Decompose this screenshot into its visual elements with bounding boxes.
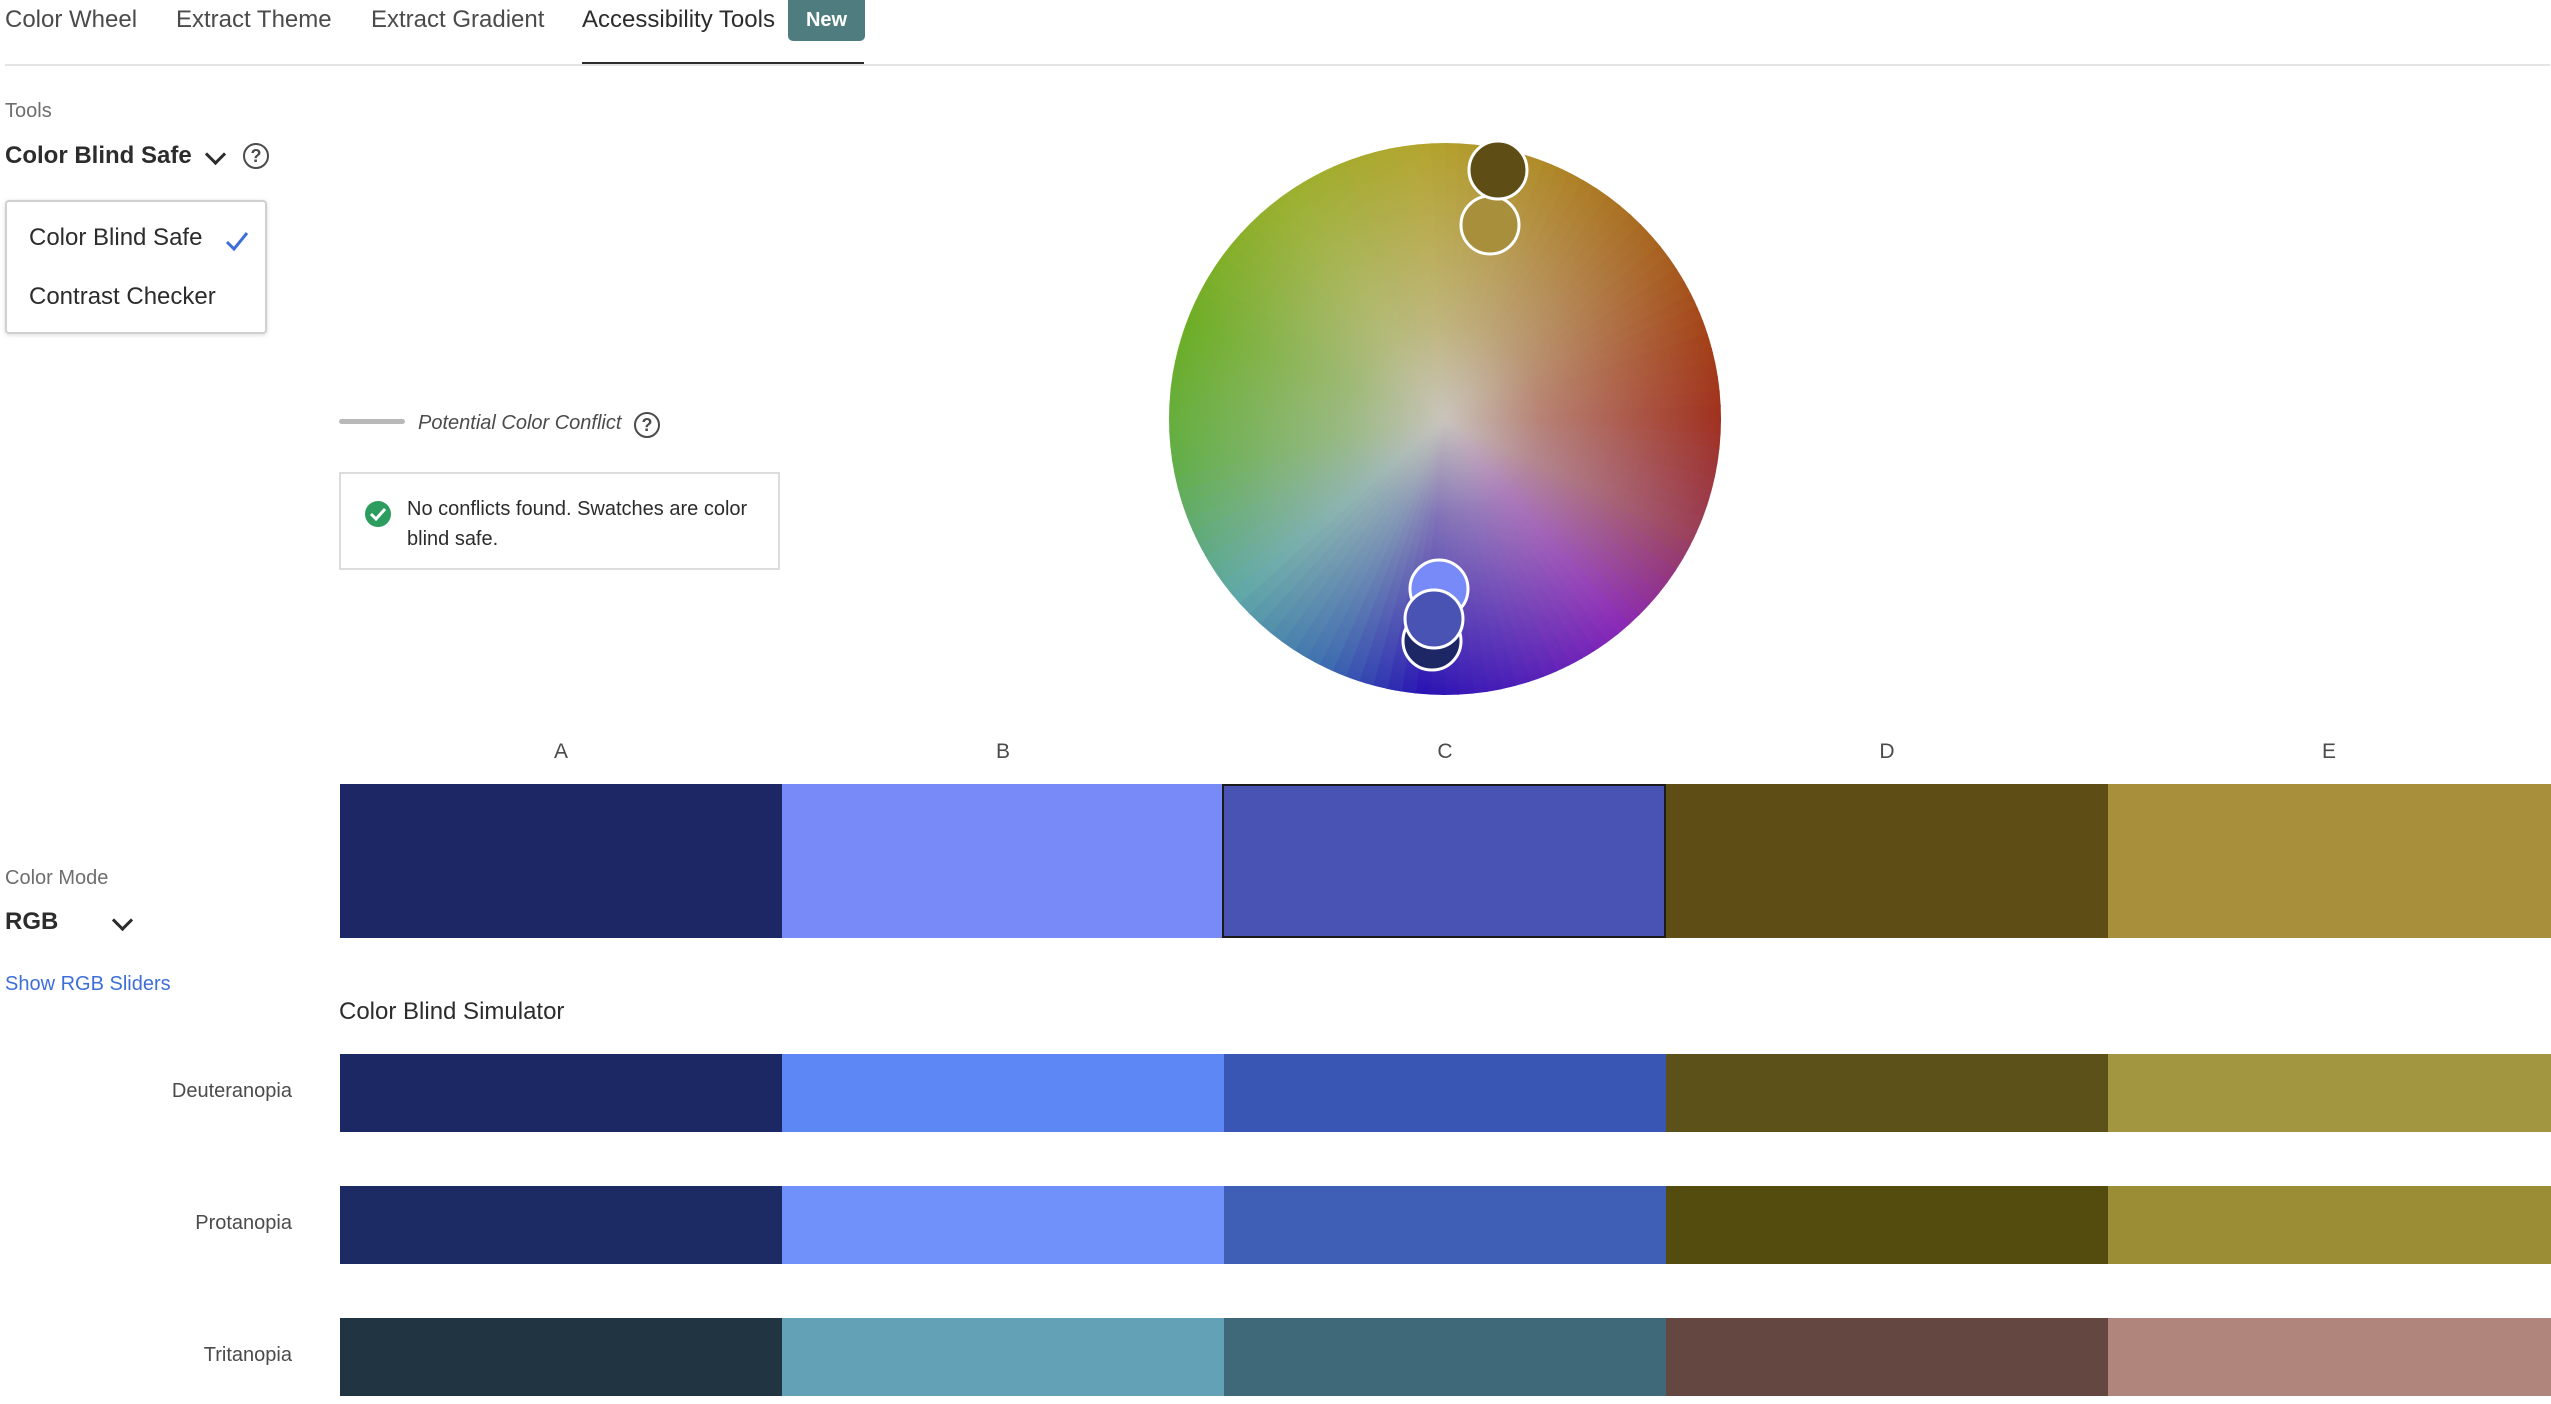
sim-swatch-tritanopia-e <box>2108 1318 2551 1396</box>
swatch-d[interactable] <box>1666 784 2108 938</box>
column-header-b: B <box>995 740 1010 763</box>
swatch-c[interactable] <box>1222 784 1666 938</box>
tab-accessibility-tools[interactable]: Accessibility Tools <box>582 6 775 34</box>
swatch-b[interactable] <box>782 784 1224 938</box>
sim-swatch-deuteranopia-b <box>782 1054 1224 1132</box>
color-wheel-handle[interactable] <box>1403 588 1465 650</box>
sim-label-deuteranopia: Deuteranopia <box>171 1080 292 1102</box>
sim-swatch-tritanopia-d <box>1666 1318 2108 1396</box>
sim-swatch-deuteranopia-d <box>1666 1054 2108 1132</box>
conflict-message: No conflicts found. Swatches are color b… <box>407 498 748 550</box>
sim-swatch-tritanopia-c <box>1224 1318 1666 1396</box>
simulator-title: Color Blind Simulator <box>339 998 565 1025</box>
menu-item-contrast-checker[interactable]: Contrast Checker <box>29 283 216 311</box>
sim-swatch-tritanopia-a <box>340 1318 782 1396</box>
sim-swatch-deuteranopia-a <box>340 1054 782 1132</box>
new-badge: New <box>788 0 865 41</box>
column-header-a: A <box>553 740 568 763</box>
tabs-divider <box>5 64 2550 66</box>
conflict-line-legend <box>339 419 405 424</box>
help-icon[interactable]: ? <box>634 412 660 438</box>
color-wheel-handle[interactable] <box>1459 194 1521 256</box>
show-rgb-sliders-link[interactable]: Show RGB Sliders <box>5 973 171 996</box>
sim-swatch-tritanopia-b <box>782 1318 1224 1396</box>
sim-swatch-deuteranopia-e <box>2108 1054 2551 1132</box>
column-header-d: D <box>1879 740 1895 763</box>
color-mode-value: RGB <box>5 908 59 935</box>
color-mode-dropdown[interactable]: RGB <box>5 908 140 942</box>
column-header-c: C <box>1437 740 1453 763</box>
color-wheel[interactable] <box>1160 134 1730 704</box>
sim-swatch-protanopia-d <box>1666 1186 2108 1264</box>
color-wheel-handle[interactable] <box>1467 139 1529 201</box>
column-header-e: E <box>2321 740 2336 763</box>
tab-color-wheel[interactable]: Color Wheel <box>5 6 137 34</box>
sim-swatch-protanopia-b <box>782 1186 1224 1264</box>
chevron-down-icon <box>111 909 134 932</box>
tools-selected-value: Color Blind Safe <box>5 142 192 169</box>
tools-dropdown[interactable]: Color Blind Safe <box>5 142 230 176</box>
help-icon[interactable]: ? <box>243 143 269 169</box>
sim-label-protanopia: Protanopia <box>195 1212 292 1234</box>
sim-swatch-protanopia-e <box>2108 1186 2551 1264</box>
conflict-notice: No conflicts found. Swatches are color b… <box>339 472 780 570</box>
sim-swatch-deuteranopia-c <box>1224 1054 1666 1132</box>
sim-swatch-protanopia-c <box>1224 1186 1666 1264</box>
tools-menu: Color Blind Safe Contrast Checker <box>5 200 267 334</box>
swatch-a[interactable] <box>340 784 782 938</box>
menu-item-color-blind-safe[interactable]: Color Blind Safe <box>29 224 202 252</box>
check-circle-icon <box>365 501 391 527</box>
swatch-e[interactable] <box>2108 784 2551 938</box>
tools-label: Tools <box>5 100 52 122</box>
checkmark-icon <box>225 232 249 252</box>
color-mode-label: Color Mode <box>5 867 109 889</box>
chevron-down-icon <box>204 143 227 166</box>
conflict-legend-label: Potential Color Conflict <box>418 412 622 434</box>
sim-label-tritanopia: Tritanopia <box>203 1344 292 1366</box>
tab-extract-theme[interactable]: Extract Theme <box>176 6 332 34</box>
sim-swatch-protanopia-a <box>340 1186 782 1264</box>
tab-extract-gradient[interactable]: Extract Gradient <box>371 6 544 34</box>
